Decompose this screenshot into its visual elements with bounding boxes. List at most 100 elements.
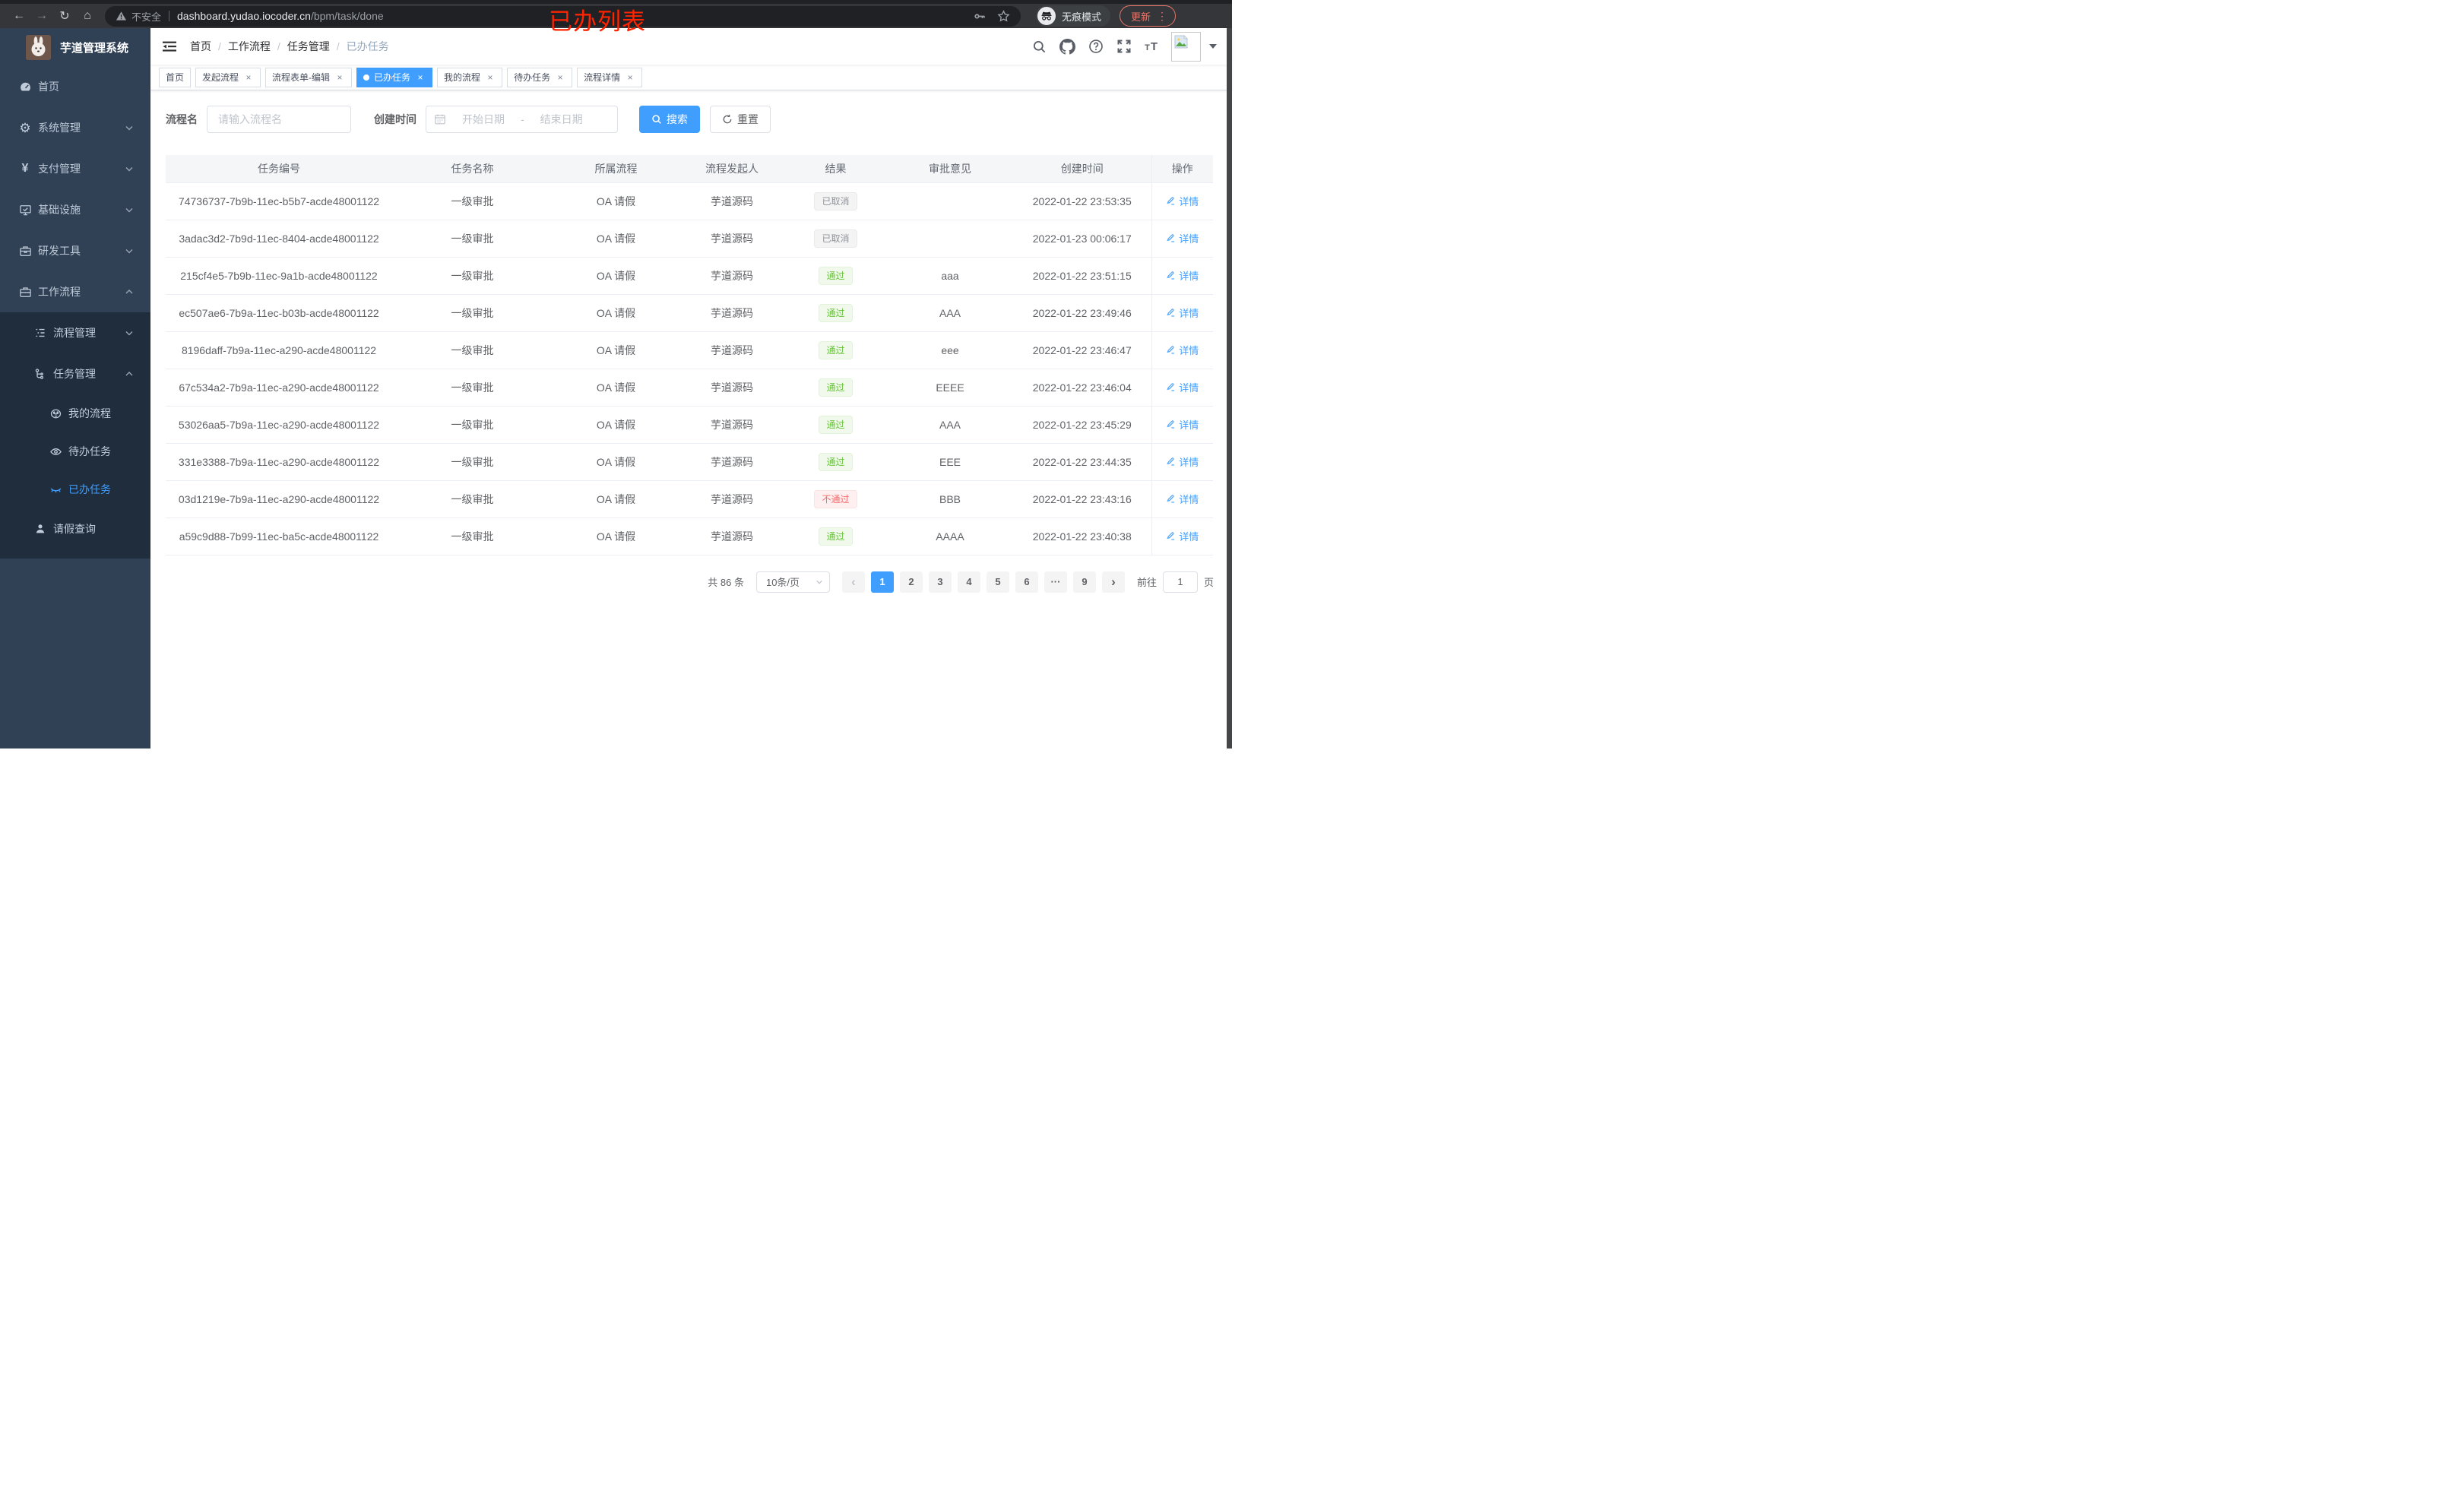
end-date-input[interactable] bbox=[528, 113, 594, 125]
browser-forward-button[interactable]: → bbox=[30, 5, 53, 27]
close-icon[interactable]: × bbox=[485, 72, 496, 83]
breadcrumb-home[interactable]: 首页 bbox=[190, 39, 211, 54]
tag-done-tasks[interactable]: 已办任务 × bbox=[356, 67, 433, 87]
incognito-label: 无痕模式 bbox=[1061, 11, 1101, 23]
password-key-icon[interactable] bbox=[974, 10, 987, 23]
detail-button[interactable]: 详情 bbox=[1166, 454, 1199, 469]
github-icon[interactable] bbox=[1059, 38, 1076, 55]
sidebar-item-label: 支付管理 bbox=[38, 163, 81, 175]
browser-update-button[interactable]: 更新 ⋮ bbox=[1119, 5, 1176, 27]
page-size-select[interactable]: 10条/页 bbox=[755, 571, 830, 593]
start-date-input[interactable] bbox=[451, 113, 516, 125]
sidebar-item-pay[interactable]: ¥ 支付管理 bbox=[0, 148, 150, 189]
cell-starter: 芋道源码 bbox=[679, 406, 784, 444]
close-icon[interactable]: × bbox=[625, 72, 635, 83]
search-button[interactable]: 搜索 bbox=[639, 106, 700, 133]
header-created: 创建时间 bbox=[1013, 155, 1151, 183]
jump-page-input[interactable] bbox=[1162, 571, 1198, 593]
sidebar-item-my-process[interactable]: 我的流程 bbox=[0, 394, 150, 432]
page-button-9[interactable]: 9 bbox=[1072, 571, 1096, 593]
search-icon[interactable] bbox=[1032, 40, 1047, 54]
detail-button[interactable]: 详情 bbox=[1166, 231, 1199, 245]
sidebar-item-todo-tasks[interactable]: 待办任务 bbox=[0, 432, 150, 470]
tag-form-edit[interactable]: 流程表单-编辑 × bbox=[265, 67, 353, 87]
tag-process-detail[interactable]: 流程详情 × bbox=[577, 67, 643, 87]
sidebar-item-workflow[interactable]: 工作流程 bbox=[0, 271, 150, 312]
detail-button[interactable]: 详情 bbox=[1166, 417, 1199, 432]
tag-start-process[interactable]: 发起流程 × bbox=[195, 67, 261, 87]
status-badge: 通过 bbox=[819, 303, 853, 322]
update-label[interactable]: 更新 bbox=[1131, 9, 1151, 24]
page-button-6[interactable]: 6 bbox=[1015, 571, 1038, 593]
workflow-submenu: 流程管理 任务管理 我的流程 待办任务 已办任务 请假查询 bbox=[0, 312, 150, 559]
help-icon[interactable] bbox=[1088, 39, 1104, 54]
detail-button[interactable]: 详情 bbox=[1166, 194, 1199, 208]
calendar-icon bbox=[434, 113, 446, 125]
close-icon[interactable]: × bbox=[243, 72, 254, 83]
tag-todo-tasks[interactable]: 待办任务 × bbox=[507, 67, 573, 87]
sidebar-item-done-tasks[interactable]: 已办任务 bbox=[0, 470, 150, 508]
window-scrollbar[interactable] bbox=[1227, 28, 1232, 748]
page-button-3[interactable]: 3 bbox=[928, 571, 952, 593]
browser-reload-button[interactable]: ↻ bbox=[53, 5, 76, 27]
sidebar-item-process-mgmt[interactable]: 流程管理 bbox=[0, 312, 150, 353]
close-icon[interactable]: × bbox=[555, 72, 565, 83]
sidebar-item-task-mgmt[interactable]: 任务管理 bbox=[0, 353, 150, 394]
breadcrumb-workflow[interactable]: 工作流程 bbox=[228, 39, 271, 54]
date-range-picker[interactable]: - bbox=[426, 106, 618, 133]
close-icon[interactable]: × bbox=[334, 72, 345, 83]
breadcrumb-task-mgmt[interactable]: 任务管理 bbox=[287, 39, 330, 54]
page-button-4[interactable]: 4 bbox=[957, 571, 980, 593]
browser-back-button[interactable]: ← bbox=[8, 5, 30, 27]
tag-home[interactable]: 首页 bbox=[159, 67, 192, 87]
cell-opinion: aaa bbox=[887, 257, 1013, 295]
app-logo-row[interactable]: 芋道管理系统 bbox=[0, 28, 150, 66]
process-name-input[interactable] bbox=[207, 106, 351, 133]
incognito-badge: 无痕模式 bbox=[1035, 5, 1110, 27]
detail-button[interactable]: 详情 bbox=[1166, 305, 1199, 320]
sidebar-item-infra[interactable]: 基础设施 bbox=[0, 189, 150, 230]
table-row: 8196daff-7b9a-11ec-a290-acde48001122 一级审… bbox=[166, 331, 1213, 369]
page-button-2[interactable]: 2 bbox=[899, 571, 923, 593]
avatar[interactable] bbox=[1171, 31, 1201, 62]
sidebar-item-devtools[interactable]: 研发工具 bbox=[0, 230, 150, 271]
more-pages-button[interactable]: ··· bbox=[1044, 571, 1067, 593]
detail-button[interactable]: 详情 bbox=[1166, 343, 1199, 357]
tag-my-process[interactable]: 我的流程 × bbox=[437, 67, 503, 87]
warning-triangle-icon bbox=[116, 11, 127, 21]
avatar-caret-icon[interactable] bbox=[1209, 44, 1217, 49]
detail-button[interactable]: 详情 bbox=[1166, 380, 1199, 394]
next-page-button[interactable]: › bbox=[1101, 571, 1125, 593]
cell-task-name: 一级审批 bbox=[392, 182, 553, 220]
pagination: 共 86 条 10条/页 ‹ 1 2 3 4 5 6 ··· 9 › 前往 页 bbox=[166, 571, 1217, 593]
cell-opinion: AAAA bbox=[887, 517, 1013, 555]
sidebar-item-leave-query[interactable]: 请假查询 bbox=[0, 508, 150, 549]
security-label[interactable]: 不安全 bbox=[131, 9, 161, 24]
prev-page-button[interactable]: ‹ bbox=[841, 571, 865, 593]
table-row: a59c9d88-7b99-11ec-ba5c-acde48001122 一级审… bbox=[166, 517, 1213, 555]
sidebar-toggle-icon[interactable] bbox=[160, 36, 179, 56]
browser-home-button[interactable]: ⌂ bbox=[76, 5, 99, 27]
sidebar-item-system[interactable]: ⚙ 系统管理 bbox=[0, 107, 150, 148]
font-size-icon[interactable]: TT bbox=[1145, 40, 1158, 53]
cell-starter: 芋道源码 bbox=[679, 517, 784, 555]
browser-menu-icon[interactable]: ⋮ bbox=[1157, 10, 1167, 23]
close-icon[interactable]: × bbox=[415, 72, 426, 83]
sidebar-item-home[interactable]: 首页 bbox=[0, 66, 150, 107]
page-button-5[interactable]: 5 bbox=[986, 571, 1009, 593]
detail-button[interactable]: 详情 bbox=[1166, 268, 1199, 283]
header-task-name: 任务名称 bbox=[392, 155, 553, 183]
detail-button[interactable]: 详情 bbox=[1166, 529, 1199, 543]
fullscreen-icon[interactable] bbox=[1116, 39, 1132, 54]
navbar-actions: TT bbox=[1032, 31, 1217, 62]
page-button-1[interactable]: 1 bbox=[870, 571, 894, 593]
reset-button[interactable]: 重置 bbox=[710, 106, 771, 133]
chevron-up-icon bbox=[125, 287, 134, 296]
bookmark-star-icon[interactable] bbox=[997, 9, 1010, 23]
cell-starter: 芋道源码 bbox=[679, 369, 784, 407]
cell-task-id: 331e3388-7b9a-11ec-a290-acde48001122 bbox=[166, 443, 392, 481]
create-time-label: 创建时间 bbox=[374, 113, 416, 125]
cell-starter: 芋道源码 bbox=[679, 294, 784, 332]
cell-created: 2022-01-22 23:46:04 bbox=[1013, 369, 1151, 407]
detail-button[interactable]: 详情 bbox=[1166, 492, 1199, 506]
